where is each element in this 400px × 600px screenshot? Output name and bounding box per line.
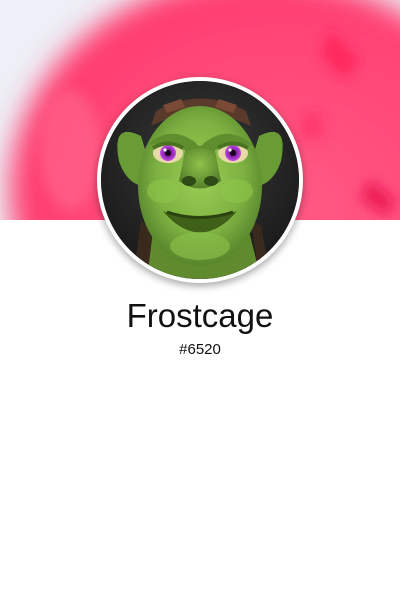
avatar-frame[interactable] — [97, 77, 303, 283]
profile-name: Frostcage — [126, 297, 274, 334]
avatar-illustration — [101, 81, 299, 279]
profile-card: Frostcage #6520 — [0, 0, 400, 600]
goblin-avatar-icon[interactable] — [101, 81, 299, 279]
profile-tag: #6520 — [179, 341, 221, 358]
